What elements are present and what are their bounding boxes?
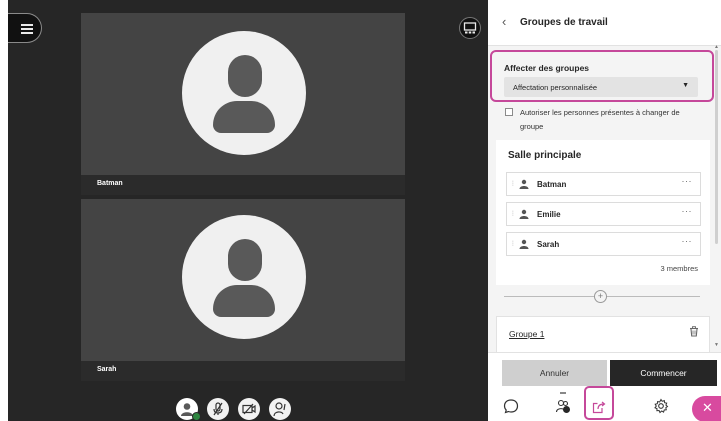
drag-handle-icon[interactable]: ⋮ <box>510 210 516 217</box>
more-options-icon[interactable]: ··· <box>682 176 693 186</box>
breakout-groups-panel: ‹ Groupes de travail Affecter des groupe… <box>488 0 721 421</box>
open-menu-button[interactable] <box>8 13 42 43</box>
raise-hand-button[interactable] <box>269 398 291 420</box>
assign-groups-select[interactable]: Affectation personnalisée ▼ <box>504 77 698 97</box>
scroll-down-icon[interactable]: ▼ <box>714 342 719 348</box>
my-status-button[interactable] <box>176 398 201 421</box>
participant-name-bar: Sarah <box>81 361 405 381</box>
panel-title: Groupes de travail <box>520 17 608 28</box>
member-count: 3 membres <box>660 264 698 273</box>
user-icon <box>519 209 529 219</box>
participants-indicator <box>560 392 566 394</box>
list-item[interactable]: ⋮ Sarah ··· <box>506 232 701 256</box>
close-icon: ✕ <box>702 400 713 415</box>
raise-hand-icon <box>273 402 286 417</box>
member-name: Sarah <box>537 240 560 249</box>
camera-area <box>81 13 405 175</box>
member-name: Batman <box>537 180 567 189</box>
hamburger-icon-line <box>21 28 33 30</box>
settings-tab[interactable] <box>646 390 676 420</box>
avatar <box>182 215 306 339</box>
chevron-left-icon[interactable]: ‹ <box>502 14 506 30</box>
avatar-shoulders <box>213 285 275 317</box>
panel-footer: Annuler Commencer <box>488 352 721 388</box>
chat-tab[interactable] <box>496 390 526 420</box>
allow-switch-label: Autoriser les personnes présentes à chan… <box>520 108 680 131</box>
list-item[interactable]: ⋮ Batman ··· <box>506 172 701 196</box>
share-content-tab[interactable] <box>584 386 614 420</box>
assign-groups-label: Affecter des groupes <box>504 63 590 73</box>
camera-button[interactable] <box>238 398 260 420</box>
participants-tab[interactable] <box>548 390 578 420</box>
user-icon <box>519 179 529 189</box>
panel-bottom-nav: ✕ <box>488 386 721 421</box>
member-name: Emilie <box>537 210 561 219</box>
status-check-icon <box>192 412 201 421</box>
list-item[interactable]: ⋮ Emilie ··· <box>506 202 701 226</box>
panel-scrollbar[interactable]: ▲ ▼ <box>714 44 719 352</box>
assign-groups-value: Affectation personnalisée <box>513 83 598 92</box>
participant-video-tile: Batman <box>81 13 405 195</box>
start-button[interactable]: Commencer <box>610 360 717 386</box>
trash-icon[interactable] <box>689 326 699 337</box>
main-room-title: Salle principale <box>508 150 582 161</box>
user-icon <box>519 239 529 249</box>
scrollbar-thumb[interactable] <box>715 50 718 244</box>
hamburger-icon-line <box>21 32 33 34</box>
avatar <box>182 31 306 155</box>
camera-off-icon <box>242 403 256 415</box>
participant-name: Batman <box>97 180 123 187</box>
layout-toggle-button[interactable] <box>459 17 481 39</box>
mic-off-icon <box>213 402 223 416</box>
panel-body: Affecter des groupes Affectation personn… <box>488 46 721 352</box>
cancel-button[interactable]: Annuler <box>502 360 607 386</box>
gear-icon <box>654 398 669 414</box>
participants-badge <box>563 406 570 413</box>
layout-icon <box>463 22 477 34</box>
close-panel-button[interactable]: ✕ <box>692 396 721 421</box>
allow-switch-checkbox[interactable] <box>505 108 513 116</box>
microphone-button[interactable] <box>207 398 229 420</box>
participant-name-bar: Batman <box>81 175 405 195</box>
caret-down-icon: ▼ <box>682 82 689 89</box>
panel-header: ‹ Groupes de travail <box>488 0 721 46</box>
chat-icon <box>503 399 519 414</box>
camera-area <box>81 199 405 361</box>
drag-handle-icon[interactable]: ⋮ <box>510 180 516 187</box>
assign-groups-section: Affecter des groupes Affectation personn… <box>490 50 714 102</box>
hamburger-icon <box>21 24 33 26</box>
plus-icon: + <box>597 291 604 301</box>
more-options-icon[interactable]: ··· <box>682 236 693 246</box>
video-area: Batman Sarah <box>8 0 488 421</box>
avatar-head <box>228 239 262 281</box>
main-room-card: Salle principale ⋮ Batman ··· ⋮ Emilie ·… <box>496 140 710 285</box>
group-card: Groupe 1 <box>496 316 710 352</box>
avatar-head <box>228 55 262 97</box>
add-group-button[interactable]: + <box>594 290 607 303</box>
drag-handle-icon[interactable]: ⋮ <box>510 240 516 247</box>
participant-video-tile: Sarah <box>81 199 405 381</box>
participant-name: Sarah <box>97 366 117 373</box>
share-content-icon <box>592 401 606 414</box>
more-options-icon[interactable]: ··· <box>682 206 693 216</box>
group-name[interactable]: Groupe 1 <box>509 329 544 339</box>
avatar-shoulders <box>213 101 275 133</box>
